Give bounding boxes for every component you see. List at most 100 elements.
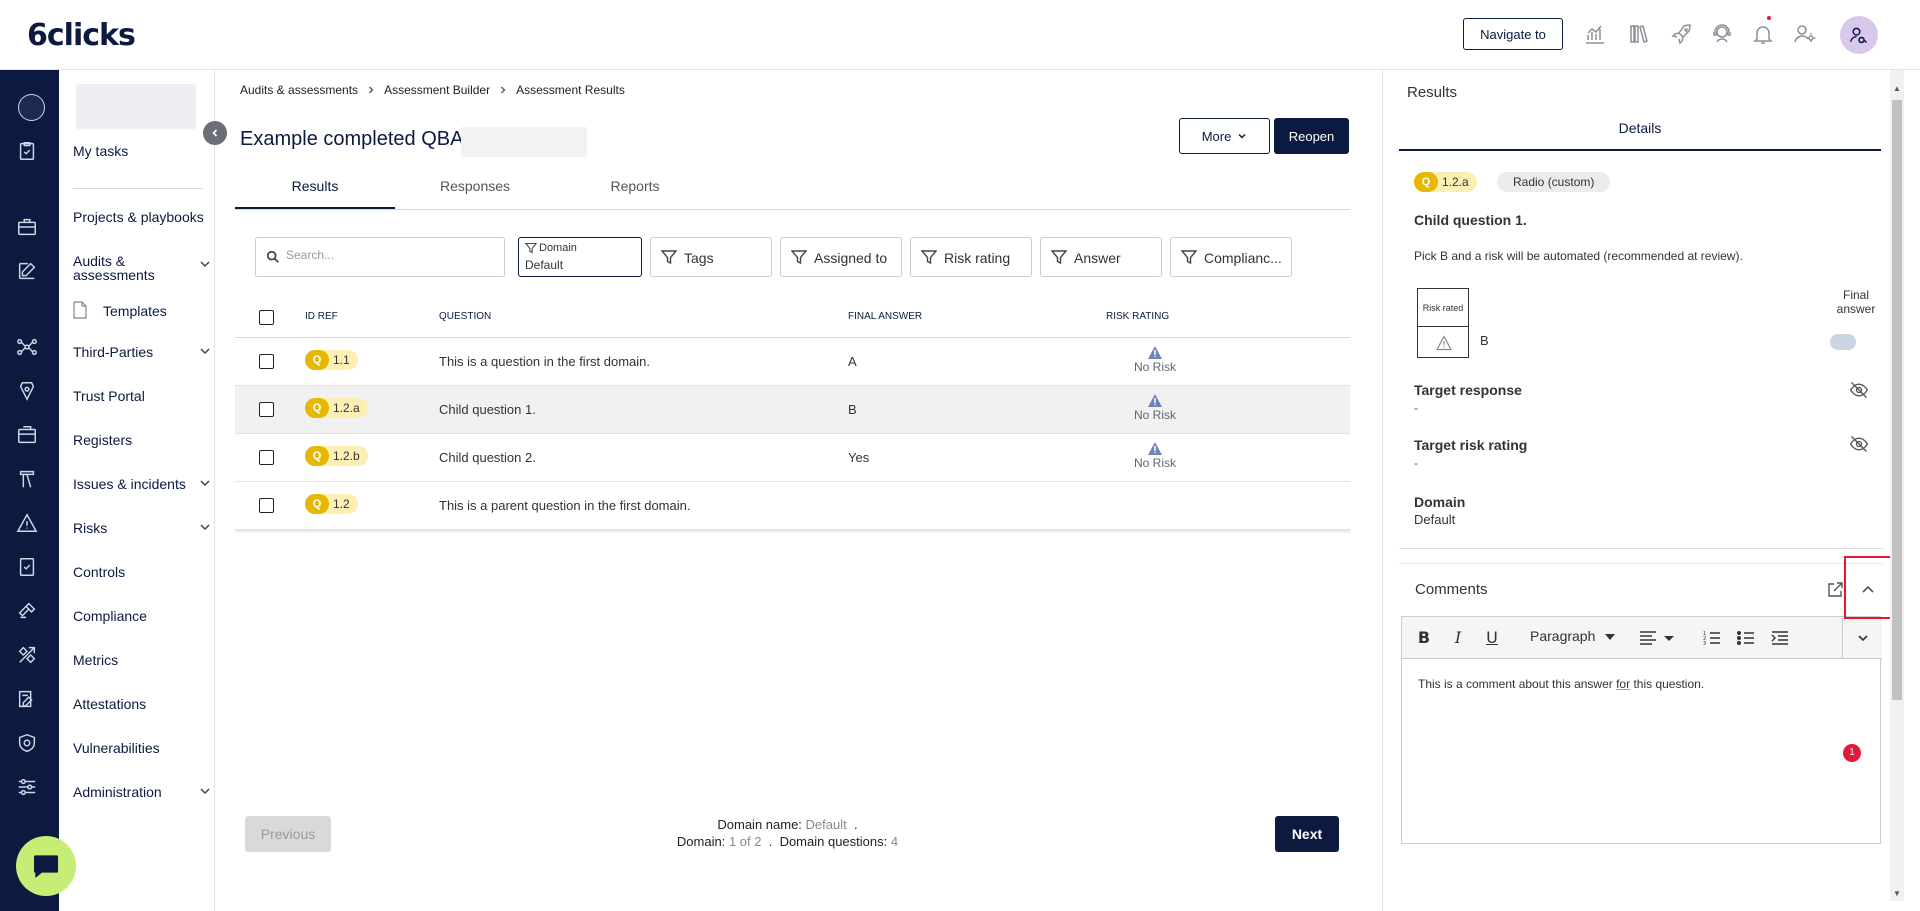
more-tools-icon[interactable] [1842,617,1882,659]
compliance-filter[interactable]: Complianc... [1170,237,1292,277]
rocket-icon[interactable] [1670,22,1696,48]
comment-text-flagged-word: for [1616,677,1631,691]
tab-reports[interactable]: Reports [555,178,715,194]
scrollbar-thumb[interactable] [1892,100,1902,700]
row-checkbox[interactable] [259,402,274,417]
row-checkbox[interactable] [259,498,274,513]
warning-icon [1148,394,1162,407]
trust-portal-icon[interactable] [16,380,42,406]
indent-icon[interactable] [1770,628,1790,648]
nav-compliance[interactable]: Compliance [73,609,213,623]
eye-off-icon[interactable] [1849,434,1869,454]
tab-responses[interactable]: Responses [395,178,555,194]
collapse-sidebar-button[interactable] [203,121,227,145]
scroll-down-icon[interactable]: ▼ [1892,889,1902,899]
question-type-tag: Radio (custom) [1497,172,1611,192]
network-icon[interactable] [16,336,42,362]
nav-metrics[interactable]: Metrics [73,653,213,667]
edit-icon[interactable] [16,260,42,286]
reopen-button[interactable]: Reopen [1274,118,1349,154]
nav-templates[interactable]: Templates [73,301,213,319]
select-all-checkbox[interactable] [259,310,274,325]
shield-icon[interactable] [16,732,42,758]
app-logo[interactable]: 6clicks [27,18,136,53]
workspace-avatar-icon[interactable] [18,94,45,121]
support-icon[interactable] [1710,22,1736,48]
chat-support-button[interactable] [16,836,76,896]
answer-filter-label: Answer [1074,250,1121,266]
attestations-icon[interactable] [16,688,42,714]
registers-icon[interactable] [16,424,42,450]
next-button[interactable]: Next [1275,816,1339,852]
underline-icon[interactable]: U [1482,628,1502,648]
nav-issues[interactable]: Issues & incidents [73,477,213,491]
nav-vulnerabilities[interactable]: Vulnerabilities [73,741,213,755]
risk-warning-icon[interactable] [16,512,42,538]
nav-attestations[interactable]: Attestations [73,697,213,711]
previous-button[interactable]: Previous [245,816,331,852]
breadcrumb-assessment-builder[interactable]: Assessment Builder [384,83,490,97]
final-answer-toggle[interactable] [1830,334,1856,350]
nav-controls[interactable]: Controls [73,565,213,579]
header-final-answer[interactable]: FINAL ANSWER [848,311,922,322]
numbered-list-icon[interactable]: 123 [1702,628,1722,648]
nav-projects[interactable]: Projects & playbooks [73,210,213,224]
header-risk-rating[interactable]: RISK RATING [1106,311,1169,322]
compliance-icon[interactable] [16,600,42,626]
table-row[interactable]: Q 1.2.b Child question 2. Yes No Risk [235,434,1350,482]
user-settings-icon[interactable] [1793,22,1819,48]
panel-scrollbar[interactable]: ▲ ▼ [1890,70,1904,901]
breadcrumb-audits[interactable]: Audits & assessments [240,83,358,97]
assigned-to-filter[interactable]: Assigned to [780,237,902,277]
filter-icon [791,250,807,265]
controls-icon[interactable] [16,556,42,582]
nav-third-parties[interactable]: Third-Parties [73,345,213,359]
external-link-icon[interactable] [1826,581,1844,599]
tags-filter[interactable]: Tags [650,237,772,277]
pager-domain-label: Domain: [676,834,726,849]
header-id-ref[interactable]: ID REF [305,311,338,322]
more-button[interactable]: More [1179,118,1270,154]
navigate-to-button[interactable]: Navigate to [1463,18,1563,50]
analytics-icon[interactable] [1583,22,1609,48]
user-avatar[interactable] [1840,16,1878,54]
table-row[interactable]: Q 1.1 This is a question in the first do… [235,338,1350,386]
target-risk-rating-label: Target risk rating [1414,437,1528,453]
row-checkbox[interactable] [259,450,274,465]
grammar-notification-badge[interactable]: 1 [1843,744,1861,762]
row-checkbox[interactable] [259,354,274,369]
admin-sliders-icon[interactable] [16,776,42,802]
nav-audits[interactable]: Audits & assessments [73,254,213,282]
search-box[interactable] [255,237,505,277]
risk-rated-box: Risk rated [1417,288,1469,358]
library-icon[interactable] [1627,22,1653,48]
answer-filter[interactable]: Answer [1040,237,1162,277]
paragraph-select[interactable]: Paragraph [1530,628,1616,644]
bullet-list-icon[interactable] [1736,628,1756,648]
table-row[interactable]: Q 1.2 This is a parent question in the f… [235,482,1350,530]
tab-results[interactable]: Results [235,178,395,194]
nav-trust-portal[interactable]: Trust Portal [73,389,213,403]
nav-my-tasks[interactable]: My tasks [73,144,213,158]
risk-rating-filter[interactable]: Risk rating [910,237,1032,277]
tasks-icon[interactable] [16,140,42,166]
tab-details[interactable]: Details [1399,120,1881,151]
align-icon[interactable] [1638,628,1678,648]
italic-icon[interactable]: I [1448,628,1468,648]
domain-filter[interactable]: Domain Default [518,237,642,277]
scroll-up-icon[interactable]: ▲ [1892,84,1902,94]
table-row[interactable]: Q 1.2.a Child question 1. B No Risk [235,386,1350,434]
bell-icon[interactable] [1751,16,1777,48]
eye-off-icon[interactable] [1849,380,1869,400]
assigned-to-filter-label: Assigned to [814,250,888,266]
search-input[interactable] [286,248,486,262]
issues-icon[interactable] [16,468,42,494]
header-question[interactable]: QUESTION [439,311,491,322]
nav-risks[interactable]: Risks [73,521,213,535]
briefcase-icon[interactable] [16,216,42,242]
metrics-icon[interactable] [16,644,42,670]
comment-text[interactable]: This is a comment about this answer for … [1418,677,1704,691]
bold-icon[interactable]: B [1414,628,1434,648]
nav-registers[interactable]: Registers [73,433,213,447]
nav-administration[interactable]: Administration [73,785,213,799]
